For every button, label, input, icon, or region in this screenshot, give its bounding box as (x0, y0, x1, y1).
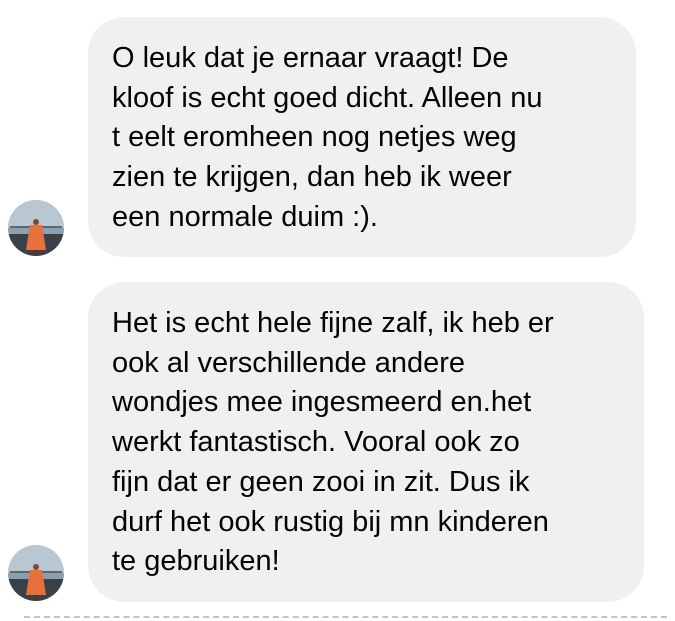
message-bubble[interactable]: Het is echt hele fijne zalf, ik heb er o… (88, 282, 644, 602)
message-text-line: O leuk dat je ernaar vraagt! De (112, 42, 509, 74)
message-text-line: werkt fantastisch. Vooral ook zo (112, 426, 520, 459)
message-bubble[interactable]: O leuk dat je ernaar vraagt! De kloof is… (88, 17, 636, 257)
sender-avatar-icon[interactable] (8, 200, 64, 256)
dashed-divider (24, 616, 667, 618)
message-text-line: durf het ook rustig bij mn kinderen (112, 505, 549, 538)
message-text-line: een normale duim :). (112, 200, 378, 233)
message-text-line: wondjes mee ingesmeerd en.het (112, 386, 532, 419)
message-text-line: Het is echt hele fijne zalf, ik heb er (112, 307, 554, 339)
message-text-line: te gebruiken! (112, 545, 280, 578)
sender-avatar-icon[interactable] (8, 545, 64, 601)
message-text-line: fijn dat er geen zooi in zit. Dus ik (112, 465, 530, 498)
message-text-line: t eelt eromheen nog netjes weg (112, 121, 517, 154)
message-text-line: kloof is echt goed dicht. Alleen nu (112, 81, 543, 114)
avatar-photo-icon (8, 545, 64, 601)
avatar-photo-icon (8, 200, 64, 256)
message-text-line: ook al verschillende andere (112, 346, 466, 379)
message-text-line: zien te krijgen, dan heb ik weer (112, 161, 512, 194)
